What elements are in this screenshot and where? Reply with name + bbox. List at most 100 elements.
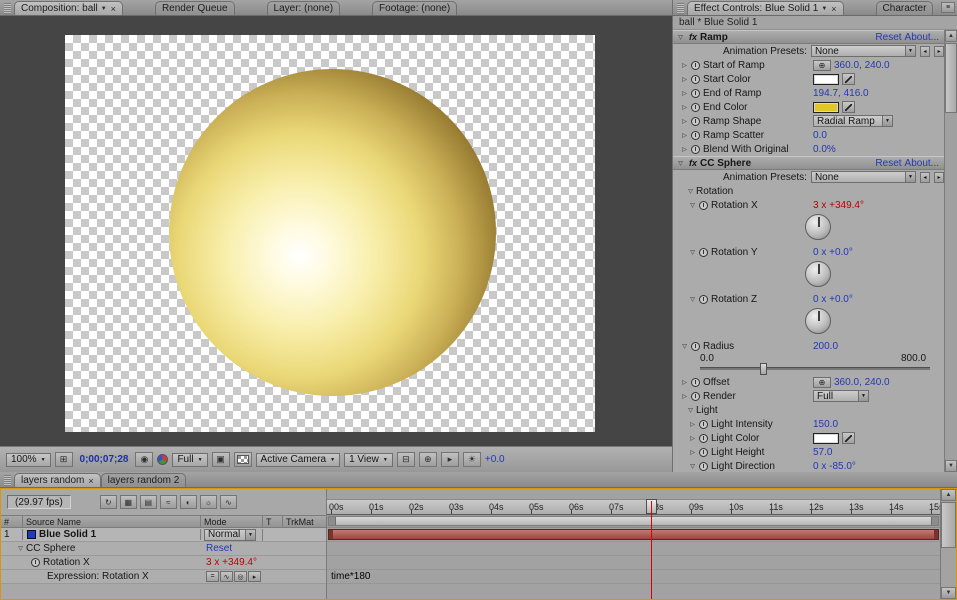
hide-shy-layers-icon[interactable]: ▤ (140, 495, 157, 509)
effects-scrollbar[interactable]: ▲ ▼ (944, 30, 957, 472)
brainstorm-icon[interactable]: ☼ (200, 495, 217, 509)
transparency-grid-icon[interactable] (234, 452, 252, 467)
resolution-select[interactable]: Full▼ (172, 453, 207, 467)
magnification-select[interactable]: 100%▼ (6, 453, 51, 467)
twirl-open-icon[interactable]: ▽ (687, 202, 698, 209)
stopwatch-icon[interactable] (691, 131, 700, 140)
stopwatch-icon[interactable] (699, 201, 708, 210)
layer-row[interactable]: 1 Blue Solid 1 Normal▼ (1, 528, 326, 542)
panel-menu-icon[interactable]: ≡ (941, 2, 955, 13)
frame-blend-icon[interactable]: ≈ (160, 495, 177, 509)
tab-effect-controls[interactable]: Effect Controls: Blue Solid 1 ▼ × (687, 1, 844, 15)
previous-preset-icon[interactable]: ◂ (920, 46, 930, 57)
scroll-down-icon[interactable]: ▼ (945, 460, 957, 472)
param-value[interactable]: 0 x +0.0° (813, 294, 853, 305)
share-view-icon[interactable]: ⊟ (397, 452, 415, 467)
param-value[interactable]: 194.7, 416.0 (813, 88, 869, 99)
render-select[interactable]: Full▼ (813, 390, 869, 402)
point-picker-icon[interactable]: ⊕ (813, 60, 831, 71)
blend-mode-select[interactable]: Normal▼ (204, 529, 256, 541)
next-preset-icon[interactable]: ▸ (934, 172, 944, 183)
twirl-closed-icon[interactable]: ▷ (679, 90, 690, 97)
safe-areas-icon[interactable]: ⊞ (55, 452, 73, 467)
effect-header-cc-sphere[interactable]: ▽ fx CC Sphere Reset About... (673, 156, 944, 170)
column-source-name[interactable]: Source Name (23, 516, 201, 527)
tab-layer-none[interactable]: Layer: (none) (267, 1, 340, 15)
stopwatch-icon[interactable] (699, 462, 708, 471)
tab-footage-none[interactable]: Footage: (none) (372, 1, 457, 15)
stopwatch-icon[interactable] (699, 420, 708, 429)
draft-3d-icon[interactable]: ▦ (120, 495, 137, 509)
stopwatch-icon[interactable] (691, 117, 700, 126)
layer-color-swatch[interactable] (27, 530, 36, 539)
reset-link[interactable]: Reset (206, 543, 232, 554)
fast-previews-icon[interactable]: ▸ (441, 452, 459, 467)
twirl-closed-icon[interactable]: ▷ (679, 132, 690, 139)
stopwatch-icon[interactable] (691, 89, 700, 98)
tab-layers-random-2[interactable]: layers random 2 (101, 473, 187, 487)
twirl-closed-icon[interactable]: ▷ (679, 393, 690, 400)
column-index[interactable]: # (1, 516, 23, 527)
composition-viewport[interactable] (0, 16, 672, 446)
chevron-down-icon[interactable]: ▼ (101, 6, 107, 12)
stopwatch-icon[interactable] (699, 448, 708, 457)
twirl-open-icon[interactable]: ▽ (675, 160, 686, 167)
param-value[interactable]: 150.0 (813, 419, 838, 430)
column-t[interactable]: T (263, 516, 283, 527)
stopwatch-icon[interactable] (31, 558, 40, 567)
presets-select[interactable]: None▼ (811, 45, 916, 57)
about-link[interactable]: About... (905, 32, 939, 43)
scroll-down-icon[interactable]: ▼ (941, 587, 956, 599)
tab-character[interactable]: Character (876, 1, 934, 15)
param-value-expression[interactable]: 3 x +349.4° (206, 557, 257, 568)
work-area-bar[interactable] (327, 515, 940, 528)
layer-name-cell[interactable]: Blue Solid 1 (23, 529, 201, 540)
eyedropper-icon[interactable] (842, 73, 855, 85)
stopwatch-icon[interactable] (699, 248, 708, 257)
pick-whip-icon[interactable]: ◎ (234, 571, 247, 582)
tab-render-queue[interactable]: Render Queue (155, 1, 235, 15)
stopwatch-icon[interactable] (699, 434, 708, 443)
eyedropper-icon[interactable] (842, 101, 855, 113)
column-mode[interactable]: Mode (201, 516, 263, 527)
rotation-dial[interactable] (805, 214, 831, 240)
rotation-dial[interactable] (805, 261, 831, 287)
frame-rate-display[interactable]: (29.97 fps) (7, 495, 71, 509)
twirl-open-icon[interactable]: ▽ (687, 249, 698, 256)
fx-enable-icon[interactable]: fx (689, 158, 697, 168)
radius-slider-track[interactable] (700, 367, 930, 370)
eyedropper-icon[interactable] (842, 432, 855, 444)
scrollbar-thumb[interactable] (941, 502, 956, 548)
radius-slider-thumb[interactable] (760, 363, 767, 375)
enable-expression-icon[interactable]: = (206, 571, 219, 582)
time-ruler[interactable]: 00s 01s 02s 03s 04s 05s 06s 07s 08s 09s … (327, 499, 940, 515)
pixel-aspect-correction-icon[interactable]: ⊕ (419, 452, 437, 467)
tab-composition-ball[interactable]: Composition: ball ▼ × (14, 1, 123, 15)
expression-row[interactable]: Expression: Rotation X = ∿ ◎ ▸ (1, 570, 326, 584)
param-value-expression[interactable]: 3 x +349.4° (813, 200, 864, 211)
param-row-rotation-x[interactable]: Rotation X 3 x +349.4° (1, 556, 326, 570)
expression-language-menu-icon[interactable]: ▸ (248, 571, 261, 582)
panel-grip-icon[interactable] (677, 3, 684, 14)
twirl-closed-icon[interactable]: ▷ (679, 76, 690, 83)
param-value[interactable]: 360.0, 240.0 (834, 60, 890, 71)
presets-select[interactable]: None▼ (811, 171, 916, 183)
param-value[interactable]: 360.0, 240.0 (834, 377, 890, 388)
stopwatch-icon[interactable] (691, 378, 700, 387)
scroll-up-icon[interactable]: ▲ (945, 30, 957, 42)
start-color-swatch[interactable] (813, 74, 839, 85)
twirl-closed-icon[interactable]: ▷ (679, 118, 690, 125)
graph-editor-icon[interactable]: ∿ (220, 495, 237, 509)
exposure-value[interactable]: +0.0 (485, 454, 505, 465)
twirl-open-icon[interactable]: ▽ (15, 545, 26, 552)
end-color-swatch[interactable] (813, 102, 839, 113)
twirl-closed-icon[interactable]: ▷ (679, 146, 690, 153)
region-of-interest-icon[interactable]: ▣ (212, 452, 230, 467)
param-value[interactable]: 0.0% (813, 144, 836, 155)
fx-enable-icon[interactable]: fx (689, 32, 697, 42)
effect-row-cc-sphere[interactable]: ▽ CC Sphere Reset (1, 542, 326, 556)
current-time-indicator[interactable] (651, 499, 652, 599)
stopwatch-icon[interactable] (699, 295, 708, 304)
previous-preset-icon[interactable]: ◂ (920, 172, 930, 183)
about-link[interactable]: About... (905, 158, 939, 169)
